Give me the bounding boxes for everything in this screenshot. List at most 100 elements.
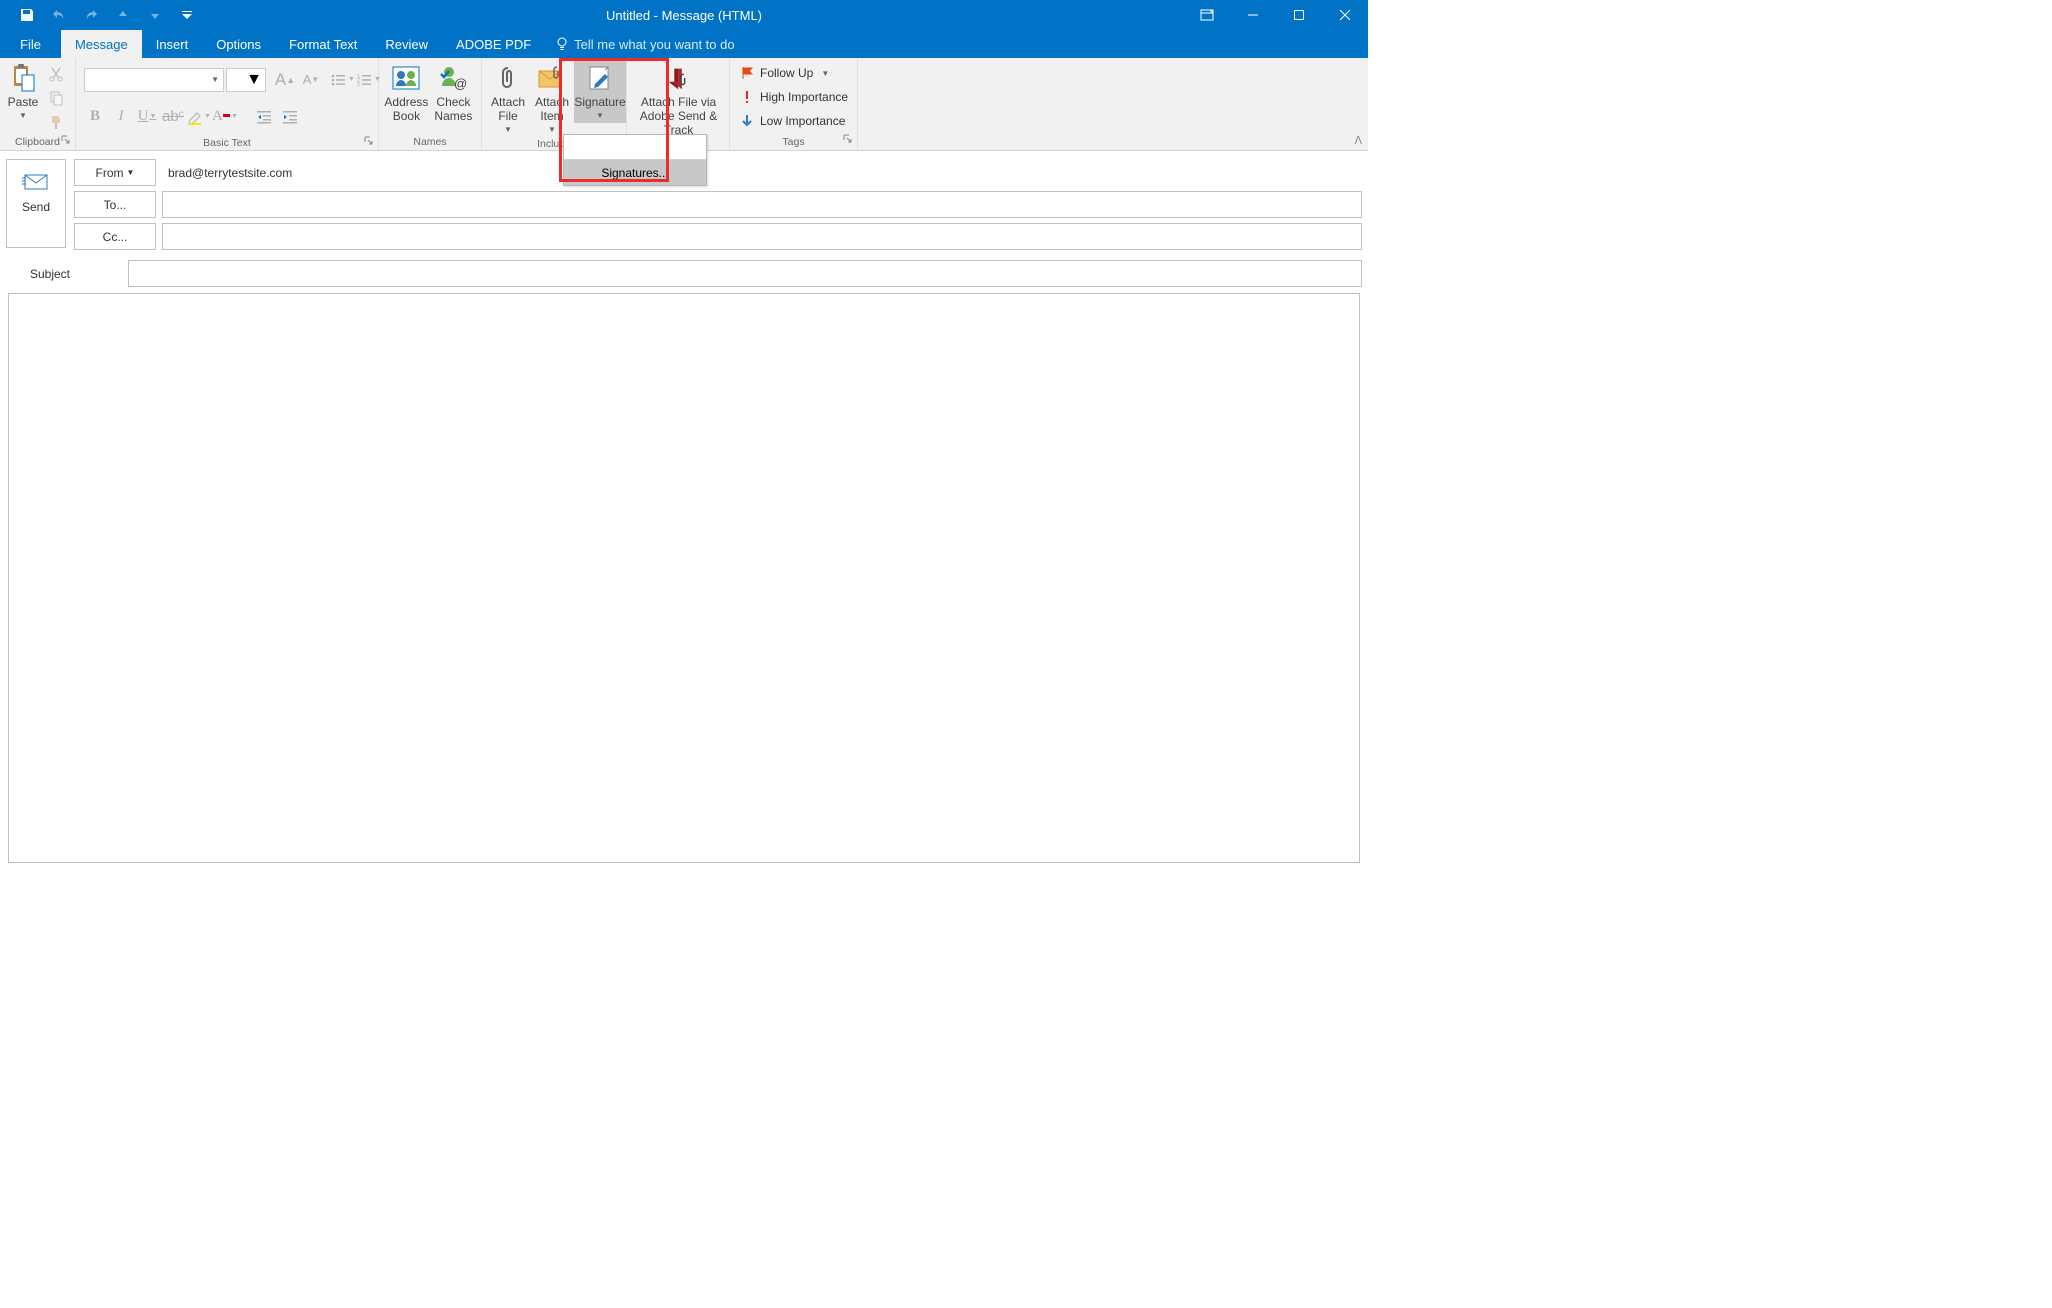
message-body[interactable]	[8, 293, 1360, 863]
attach-item-icon	[536, 62, 568, 94]
signature-icon	[584, 62, 616, 94]
envelope-icon	[22, 172, 50, 192]
address-book-button[interactable]: Address Book	[383, 60, 430, 123]
chevron-down-icon: ▼	[246, 71, 262, 89]
attach-item-button[interactable]: Attach Item ▼	[530, 60, 574, 137]
group-tags: Follow Up▼ High Importance Low Importanc…	[730, 58, 858, 150]
quick-access-toolbar	[0, 0, 196, 30]
from-value: brad@terrytestsite.com	[162, 159, 1362, 186]
cc-button[interactable]: Cc...	[74, 223, 156, 250]
bullets-icon[interactable]: ▼	[330, 68, 356, 92]
chevron-down-icon: ▼	[548, 123, 556, 137]
paste-icon	[7, 62, 39, 94]
flag-icon	[740, 66, 754, 80]
ribbon-display-options-icon[interactable]	[1184, 0, 1230, 30]
subject-label: Subject	[10, 267, 90, 281]
follow-up-button[interactable]: Follow Up▼	[734, 61, 835, 85]
tab-insert[interactable]: Insert	[142, 30, 203, 58]
signatures-menu-item[interactable]: Signatures...	[564, 159, 706, 185]
chevron-down-icon: ▼	[127, 168, 135, 177]
font-size-combo[interactable]: ▼	[226, 68, 266, 92]
chevron-down-icon: ▼	[504, 123, 512, 137]
subject-input[interactable]	[135, 261, 1355, 286]
cut-icon[interactable]	[42, 62, 70, 86]
tab-options[interactable]: Options	[202, 30, 275, 58]
strikethrough-icon[interactable]: abᶜ	[160, 105, 186, 129]
to-field[interactable]	[162, 191, 1362, 218]
italic-icon[interactable]: I	[108, 105, 134, 129]
chevron-down-icon: ▼	[19, 109, 27, 123]
low-importance-icon	[740, 114, 754, 128]
attach-file-button[interactable]: Attach File ▼	[486, 60, 530, 137]
tab-adobe-pdf[interactable]: ADOBE PDF	[442, 30, 545, 58]
tab-review[interactable]: Review	[371, 30, 442, 58]
group-label-names: Names	[379, 133, 481, 150]
increase-indent-icon[interactable]	[278, 105, 304, 129]
underline-icon[interactable]: U▼	[134, 105, 160, 129]
group-label-clipboard: Clipboard	[0, 134, 75, 150]
font-color-icon[interactable]: A▼	[212, 105, 238, 129]
svg-text:@: @	[454, 76, 467, 91]
chevron-down-icon: ▼	[596, 109, 604, 123]
group-names: Address Book @ Check Names Names	[379, 58, 482, 150]
collapse-ribbon-icon[interactable]: ᐱ	[1354, 134, 1362, 147]
previous-item-icon[interactable]	[108, 0, 138, 30]
attach-adobe-button[interactable]: Attach File via Adobe Send & Track	[631, 60, 726, 137]
bold-icon[interactable]: B	[82, 105, 108, 129]
tell-me-search[interactable]	[545, 30, 844, 58]
shrink-font-icon[interactable]: A▼	[298, 68, 324, 92]
window-title: Untitled - Message (HTML)	[606, 8, 762, 23]
subject-field[interactable]	[128, 260, 1362, 287]
check-names-icon: @	[437, 62, 469, 94]
undo-icon[interactable]	[44, 0, 74, 30]
chevron-down-icon: ▼	[211, 75, 219, 84]
tab-message[interactable]: Message	[61, 30, 142, 58]
send-button[interactable]: Send	[6, 159, 66, 248]
dialog-launcher-icon[interactable]	[842, 134, 854, 146]
maximize-icon[interactable]	[1276, 0, 1322, 30]
cc-field[interactable]	[162, 223, 1362, 250]
highlight-icon[interactable]: ▼	[186, 105, 212, 129]
font-name-combo[interactable]: ▼	[84, 68, 224, 92]
check-names-button[interactable]: @ Check Names	[430, 60, 477, 123]
signature-button[interactable]: Signature ▼	[574, 60, 626, 123]
decrease-indent-icon[interactable]	[252, 105, 278, 129]
signature-dropdown-menu: Signatures...	[563, 134, 707, 186]
svg-text:3: 3	[357, 82, 360, 87]
dialog-launcher-icon[interactable]	[60, 135, 72, 147]
save-icon[interactable]	[12, 0, 42, 30]
format-painter-icon[interactable]	[42, 110, 70, 134]
tab-file[interactable]: File	[0, 30, 61, 58]
close-icon[interactable]	[1322, 0, 1368, 30]
title-bar: Untitled - Message (HTML)	[0, 0, 1368, 30]
from-button[interactable]: From▼	[74, 159, 156, 186]
chevron-down-icon: ▼	[821, 69, 829, 78]
cc-input[interactable]	[169, 224, 1355, 249]
ribbon-tabs: File Message Insert Options Format Text …	[0, 30, 1368, 58]
to-button[interactable]: To...	[74, 191, 156, 218]
paste-button[interactable]: Paste ▼	[4, 60, 42, 123]
dialog-launcher-icon[interactable]	[363, 136, 375, 148]
redo-icon[interactable]	[76, 0, 106, 30]
window-controls	[1184, 0, 1368, 30]
qat-customize-icon[interactable]	[178, 0, 196, 30]
adobe-send-track-icon	[663, 62, 695, 94]
group-label-basic-text: Basic Text	[76, 135, 378, 150]
to-input[interactable]	[169, 192, 1355, 217]
address-book-icon	[390, 62, 422, 94]
lightbulb-icon	[555, 37, 569, 51]
font-size-input[interactable]	[230, 73, 246, 87]
high-importance-icon	[740, 90, 754, 104]
minimize-icon[interactable]	[1230, 0, 1276, 30]
group-basic-text: ▼ ▼ A▲ A▼ ▼ 123▼ B I U▼ abᶜ ▼ A▼	[76, 58, 379, 150]
grow-font-icon[interactable]: A▲	[272, 68, 298, 92]
signature-dropdown-empty[interactable]	[564, 135, 706, 159]
font-name-input[interactable]	[89, 73, 209, 87]
copy-icon[interactable]	[42, 86, 70, 110]
high-importance-button[interactable]: High Importance	[734, 85, 854, 109]
next-item-icon[interactable]	[140, 0, 170, 30]
low-importance-button[interactable]: Low Importance	[734, 109, 851, 133]
paperclip-icon	[492, 62, 524, 94]
tab-format-text[interactable]: Format Text	[275, 30, 371, 58]
tell-me-input[interactable]	[574, 37, 834, 52]
